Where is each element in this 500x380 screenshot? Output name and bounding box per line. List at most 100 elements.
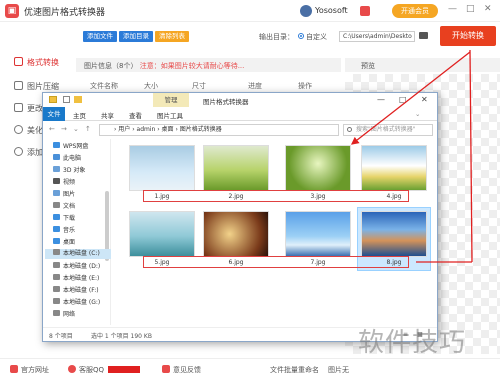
thumbnail-4[interactable]: [361, 145, 427, 191]
add-file-button[interactable]: 添加文件: [83, 31, 117, 42]
ribbon-tabs: 文件 主页 共享 查看 图片工具 ⌄: [43, 107, 437, 121]
nav-item[interactable]: 本地磁盘 (G:): [53, 297, 100, 306]
file-count-label: 图片信息（8个）: [84, 62, 138, 70]
nav-item-label: 本地磁盘 (C:): [63, 250, 100, 257]
thumbnail-8[interactable]: [361, 211, 427, 257]
back-icon[interactable]: ←: [49, 125, 55, 133]
beautify-icon: [14, 125, 23, 134]
vip-button[interactable]: 开通会员: [392, 4, 438, 18]
start-convert-button[interactable]: 开始转换: [440, 26, 496, 46]
address-bar[interactable]: › 用户 › admin › 桌面 › 图片格式转换器: [99, 124, 339, 136]
tab-manage[interactable]: 管理: [153, 93, 189, 107]
tab-picture-tools[interactable]: 图片工具: [157, 110, 183, 120]
feedback-link[interactable]: 意见反馈: [162, 365, 201, 375]
sidebar-item-beautify[interactable]: 美化: [14, 125, 43, 136]
search-input[interactable]: 搜索"图片格式转换器": [343, 124, 433, 136]
sidebar-item-resize[interactable]: 更改: [14, 103, 43, 114]
website-link[interactable]: 官方网址: [10, 365, 49, 375]
explorer-close-icon[interactable]: ✕: [421, 95, 428, 104]
compress-icon: [14, 81, 23, 90]
col-progress: 进度: [248, 82, 262, 90]
row2-highlight-box: [143, 256, 409, 268]
custom-radio[interactable]: [298, 33, 304, 39]
tab-share[interactable]: 共享: [101, 110, 114, 120]
nav-item[interactable]: 音乐: [53, 225, 75, 234]
user-avatar[interactable]: [300, 5, 312, 17]
nav-item[interactable]: 视频: [53, 177, 75, 186]
nav-item-label: 音乐: [63, 227, 76, 234]
nav-item-label: 此电脑: [63, 155, 82, 162]
tab-file[interactable]: 文件: [43, 107, 65, 121]
new-folder-icon[interactable]: [74, 96, 82, 103]
app-title: 优速图片格式转换器: [24, 8, 106, 18]
batch-rename-link[interactable]: 文件批量重命名: [270, 365, 319, 375]
nav-item[interactable]: 本地磁盘 (E:): [53, 273, 99, 282]
add-dir-button[interactable]: 添加目录: [119, 31, 153, 42]
preview-label: 预览: [361, 62, 375, 70]
up-icon[interactable]: ↑: [85, 125, 91, 133]
thumbnail-5[interactable]: [129, 211, 195, 257]
sidebar-item-convert[interactable]: 格式转换: [14, 57, 59, 68]
nav-item[interactable]: 图片: [53, 189, 75, 198]
thumbnail-2[interactable]: [203, 145, 269, 191]
tab-view[interactable]: 查看: [129, 110, 142, 120]
tab-home[interactable]: 主页: [73, 110, 86, 120]
qq-link[interactable]: 客服QQ: [68, 365, 104, 375]
drive-icon: [53, 166, 60, 172]
nav-item-label: 网络: [63, 311, 76, 318]
home-icon: [10, 365, 18, 373]
folder-quick-icon[interactable]: [49, 96, 57, 103]
output-path-input[interactable]: C:\Users\admin\Deskto: [339, 31, 415, 42]
clear-list-button[interactable]: 清除列表: [155, 31, 189, 42]
minimize-icon[interactable]: —: [448, 4, 457, 14]
nav-item[interactable]: 文档: [53, 201, 75, 210]
recent-icon[interactable]: ⌄: [73, 125, 79, 133]
qq-icon: [68, 365, 76, 373]
drive-icon: [53, 238, 60, 244]
nav-item[interactable]: 桌面: [53, 237, 75, 246]
maximize-icon[interactable]: □: [466, 4, 475, 14]
thumbnail-6[interactable]: [203, 211, 269, 257]
drive-icon: [53, 178, 60, 184]
drive-icon: [53, 274, 60, 280]
thumbnail-1[interactable]: [129, 145, 195, 191]
properties-icon[interactable]: [63, 96, 70, 103]
column-headers: 文件名称 大小 尺寸 进度 操作: [76, 81, 341, 91]
nav-item-label: 本地磁盘 (F:): [63, 287, 99, 294]
user-name[interactable]: Yososoft: [315, 6, 348, 15]
nav-item-label: 文档: [63, 203, 76, 210]
item-count: 8 个项目: [49, 333, 73, 340]
more-link[interactable]: 图片无: [328, 365, 349, 375]
nav-item[interactable]: 3D 对象: [53, 165, 85, 174]
nav-item[interactable]: 本地磁盘 (D:): [53, 261, 100, 270]
nav-item[interactable]: 下载: [53, 213, 75, 222]
thumbnail-3[interactable]: [285, 145, 351, 191]
explorer-title: 图片格式转换器: [203, 98, 249, 106]
drive-icon: [53, 310, 60, 316]
nav-item[interactable]: WPS网盘: [53, 141, 88, 150]
nav-item[interactable]: 网络: [53, 309, 75, 318]
close-icon[interactable]: ✕: [484, 4, 492, 14]
nav-item-label: 本地磁盘 (D:): [63, 263, 101, 270]
watermark: 软件技巧: [358, 328, 467, 358]
folder-icon[interactable]: [419, 32, 428, 39]
nav-item[interactable]: 本地磁盘 (F:): [53, 285, 99, 294]
drive-icon: [53, 286, 60, 292]
nav-item[interactable]: 此电脑: [53, 153, 81, 162]
forward-icon[interactable]: →: [61, 125, 67, 133]
user-badge-icon: [360, 6, 370, 16]
thumbnail-7[interactable]: [285, 211, 351, 257]
drive-icon: [53, 214, 60, 220]
ribbon-expand-icon[interactable]: ⌄: [415, 110, 420, 118]
explorer-minimize-icon[interactable]: —: [377, 95, 385, 104]
sidebar-item-compress[interactable]: 图片压缩: [14, 81, 59, 92]
drive-icon: [53, 154, 60, 160]
sidebar-item-add[interactable]: 添加: [14, 147, 43, 158]
warning-text: 注意：如果图片较大请耐心等待...: [139, 62, 245, 70]
nav-item[interactable]: 本地磁盘 (C:): [45, 249, 111, 259]
navigation-pane: WPS网盘此电脑 3D 对象视频图片文档下载音乐桌面本地磁盘 (C:) 本地磁盘 (…: [43, 139, 111, 325]
explorer-maximize-icon[interactable]: □: [399, 95, 407, 104]
app-logo-icon: ▣: [5, 4, 19, 18]
selection-info: 选中 1 个项目 190 KB: [91, 333, 152, 340]
explorer-window: 管理 图片格式转换器 — □ ✕ 文件 主页 共享 查看 图片工具 ⌄ ← → …: [42, 92, 438, 342]
